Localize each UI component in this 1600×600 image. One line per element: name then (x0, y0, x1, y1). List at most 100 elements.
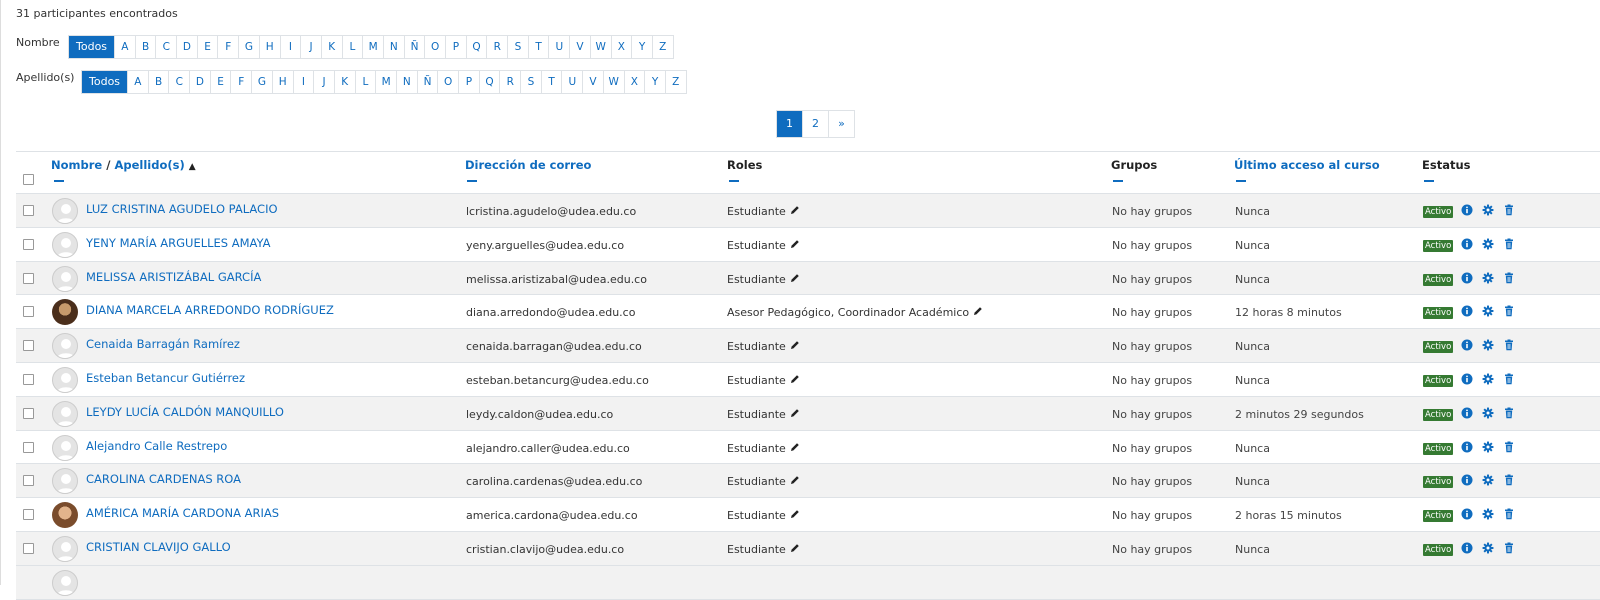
row-checkbox[interactable] (23, 238, 34, 250)
trash-icon[interactable] (1503, 305, 1515, 317)
participant-name-link[interactable]: MELISSA ARISTIZÁBAL GARCÍA (86, 270, 261, 284)
avatar[interactable] (52, 468, 78, 495)
avatar[interactable] (52, 535, 78, 562)
trash-icon[interactable] (1503, 339, 1515, 351)
info-icon[interactable] (1461, 339, 1473, 351)
pencil-icon[interactable] (790, 543, 800, 556)
last-name-letter-y[interactable]: Y (644, 71, 665, 93)
info-icon[interactable] (1461, 305, 1473, 317)
last-name-letter-d[interactable]: D (189, 71, 210, 93)
groups-column-collapse[interactable] (1113, 180, 1123, 182)
first-name-letter-g[interactable]: G (238, 36, 259, 58)
select-all-checkbox[interactable] (23, 174, 34, 185)
row-checkbox[interactable] (23, 542, 34, 554)
gear-icon[interactable] (1482, 542, 1494, 554)
sort-by-surname-link[interactable]: Apellido(s) (114, 158, 184, 172)
roles-column-collapse[interactable] (729, 180, 739, 182)
trash-icon[interactable] (1503, 508, 1515, 520)
row-checkbox[interactable] (23, 272, 34, 284)
row-checkbox[interactable] (23, 407, 34, 419)
first-name-letter-v[interactable]: V (569, 36, 590, 58)
last-name-letter-j[interactable]: J (313, 71, 334, 93)
info-icon[interactable] (1461, 272, 1473, 284)
info-icon[interactable] (1461, 204, 1473, 216)
avatar[interactable] (52, 299, 78, 326)
avatar[interactable] (52, 231, 78, 258)
participant-name-link[interactable]: Cenaida Barragán Ramírez (86, 337, 240, 351)
pencil-icon[interactable] (790, 273, 800, 286)
gear-icon[interactable] (1482, 441, 1494, 453)
gear-icon[interactable] (1482, 305, 1494, 317)
trash-icon[interactable] (1503, 272, 1515, 284)
info-icon[interactable] (1461, 508, 1473, 520)
pencil-icon[interactable] (790, 509, 800, 522)
first-name-letter-r[interactable]: R (486, 36, 507, 58)
status-column-collapse[interactable] (1424, 180, 1434, 182)
participant-name-link[interactable]: Alejandro Calle Restrepo (86, 439, 227, 453)
row-checkbox[interactable] (23, 441, 34, 453)
first-name-letter-s[interactable]: S (507, 36, 528, 58)
info-icon[interactable] (1461, 238, 1473, 250)
row-checkbox[interactable] (23, 205, 34, 216)
pencil-icon[interactable] (790, 340, 800, 353)
last-name-letter-r[interactable]: R (499, 71, 520, 93)
email-column-collapse[interactable] (467, 180, 477, 182)
last-name-letter-n[interactable]: N (395, 71, 417, 93)
last-name-letter-k[interactable]: K (333, 71, 355, 93)
avatar[interactable] (52, 265, 78, 292)
first-name-letter-n[interactable]: N (382, 36, 404, 58)
first-name-letter-q[interactable]: Q (465, 36, 487, 58)
first-name-letter-y[interactable]: Y (631, 36, 652, 58)
participant-name-link[interactable]: CRISTIAN CLAVIJO GALLO (86, 540, 231, 554)
last-name-letter-m[interactable]: M (375, 71, 396, 93)
first-name-letter-x[interactable]: X (610, 36, 632, 58)
avatar[interactable] (52, 569, 78, 596)
row-checkbox[interactable] (23, 373, 34, 385)
last-name-letter-b[interactable]: B (147, 71, 169, 93)
first-name-letter-h[interactable]: H (258, 36, 280, 58)
last-name-letter-z[interactable]: Z (664, 71, 686, 93)
first-name-all-button[interactable]: Todos (69, 36, 115, 58)
trash-icon[interactable] (1503, 407, 1515, 419)
pencil-icon[interactable] (790, 239, 800, 252)
first-name-letter-u[interactable]: U (548, 36, 569, 58)
participant-name-link[interactable]: Esteban Betancur Gutiérrez (86, 371, 245, 385)
trash-icon[interactable] (1503, 441, 1515, 453)
last-access-column-collapse[interactable] (1236, 180, 1246, 182)
first-name-letter-z[interactable]: Z (651, 36, 673, 58)
sort-by-name-link[interactable]: Nombre (51, 158, 102, 172)
row-checkbox[interactable] (23, 509, 34, 521)
info-icon[interactable] (1461, 407, 1473, 419)
first-name-letter-j[interactable]: J (300, 36, 321, 58)
last-name-letter-f[interactable]: F (230, 71, 251, 93)
trash-icon[interactable] (1503, 204, 1515, 216)
gear-icon[interactable] (1482, 373, 1494, 385)
last-name-letter-l[interactable]: L (354, 71, 376, 93)
row-checkbox[interactable] (23, 306, 34, 318)
last-name-letter-p[interactable]: P (458, 71, 479, 93)
trash-icon[interactable] (1503, 474, 1515, 486)
first-name-letter-d[interactable]: D (176, 36, 197, 58)
email-column-header[interactable]: Dirección de correo (465, 158, 591, 172)
page-2-button[interactable]: 2 (802, 111, 828, 137)
pencil-icon[interactable] (973, 306, 983, 319)
first-name-letter-l[interactable]: L (341, 36, 363, 58)
trash-icon[interactable] (1503, 373, 1515, 385)
last-name-letter-h[interactable]: H (271, 71, 293, 93)
first-name-letter-w[interactable]: W (589, 36, 611, 58)
last-name-letter-x[interactable]: X (623, 71, 645, 93)
pencil-icon[interactable] (790, 442, 800, 455)
first-name-letter-o[interactable]: O (424, 36, 445, 58)
participant-name-link[interactable]: YENY MARÍA ARGUELLES AMAYA (86, 236, 271, 250)
next-page-button[interactable]: » (828, 111, 854, 137)
name-column-collapse[interactable] (54, 180, 64, 182)
participant-name-link[interactable]: CAROLINA CARDENAS ROA (86, 472, 241, 486)
last-name-letter-s[interactable]: S (520, 71, 541, 93)
last-name-letter-u[interactable]: U (561, 71, 582, 93)
avatar[interactable] (52, 434, 78, 461)
gear-icon[interactable] (1482, 508, 1494, 520)
pencil-icon[interactable] (790, 374, 800, 387)
last-access-column-header[interactable]: Último acceso al curso (1234, 158, 1380, 172)
info-icon[interactable] (1461, 373, 1473, 385)
participant-name-link[interactable]: LEYDY LUCÍA CALDÓN MANQUILLO (86, 405, 284, 419)
